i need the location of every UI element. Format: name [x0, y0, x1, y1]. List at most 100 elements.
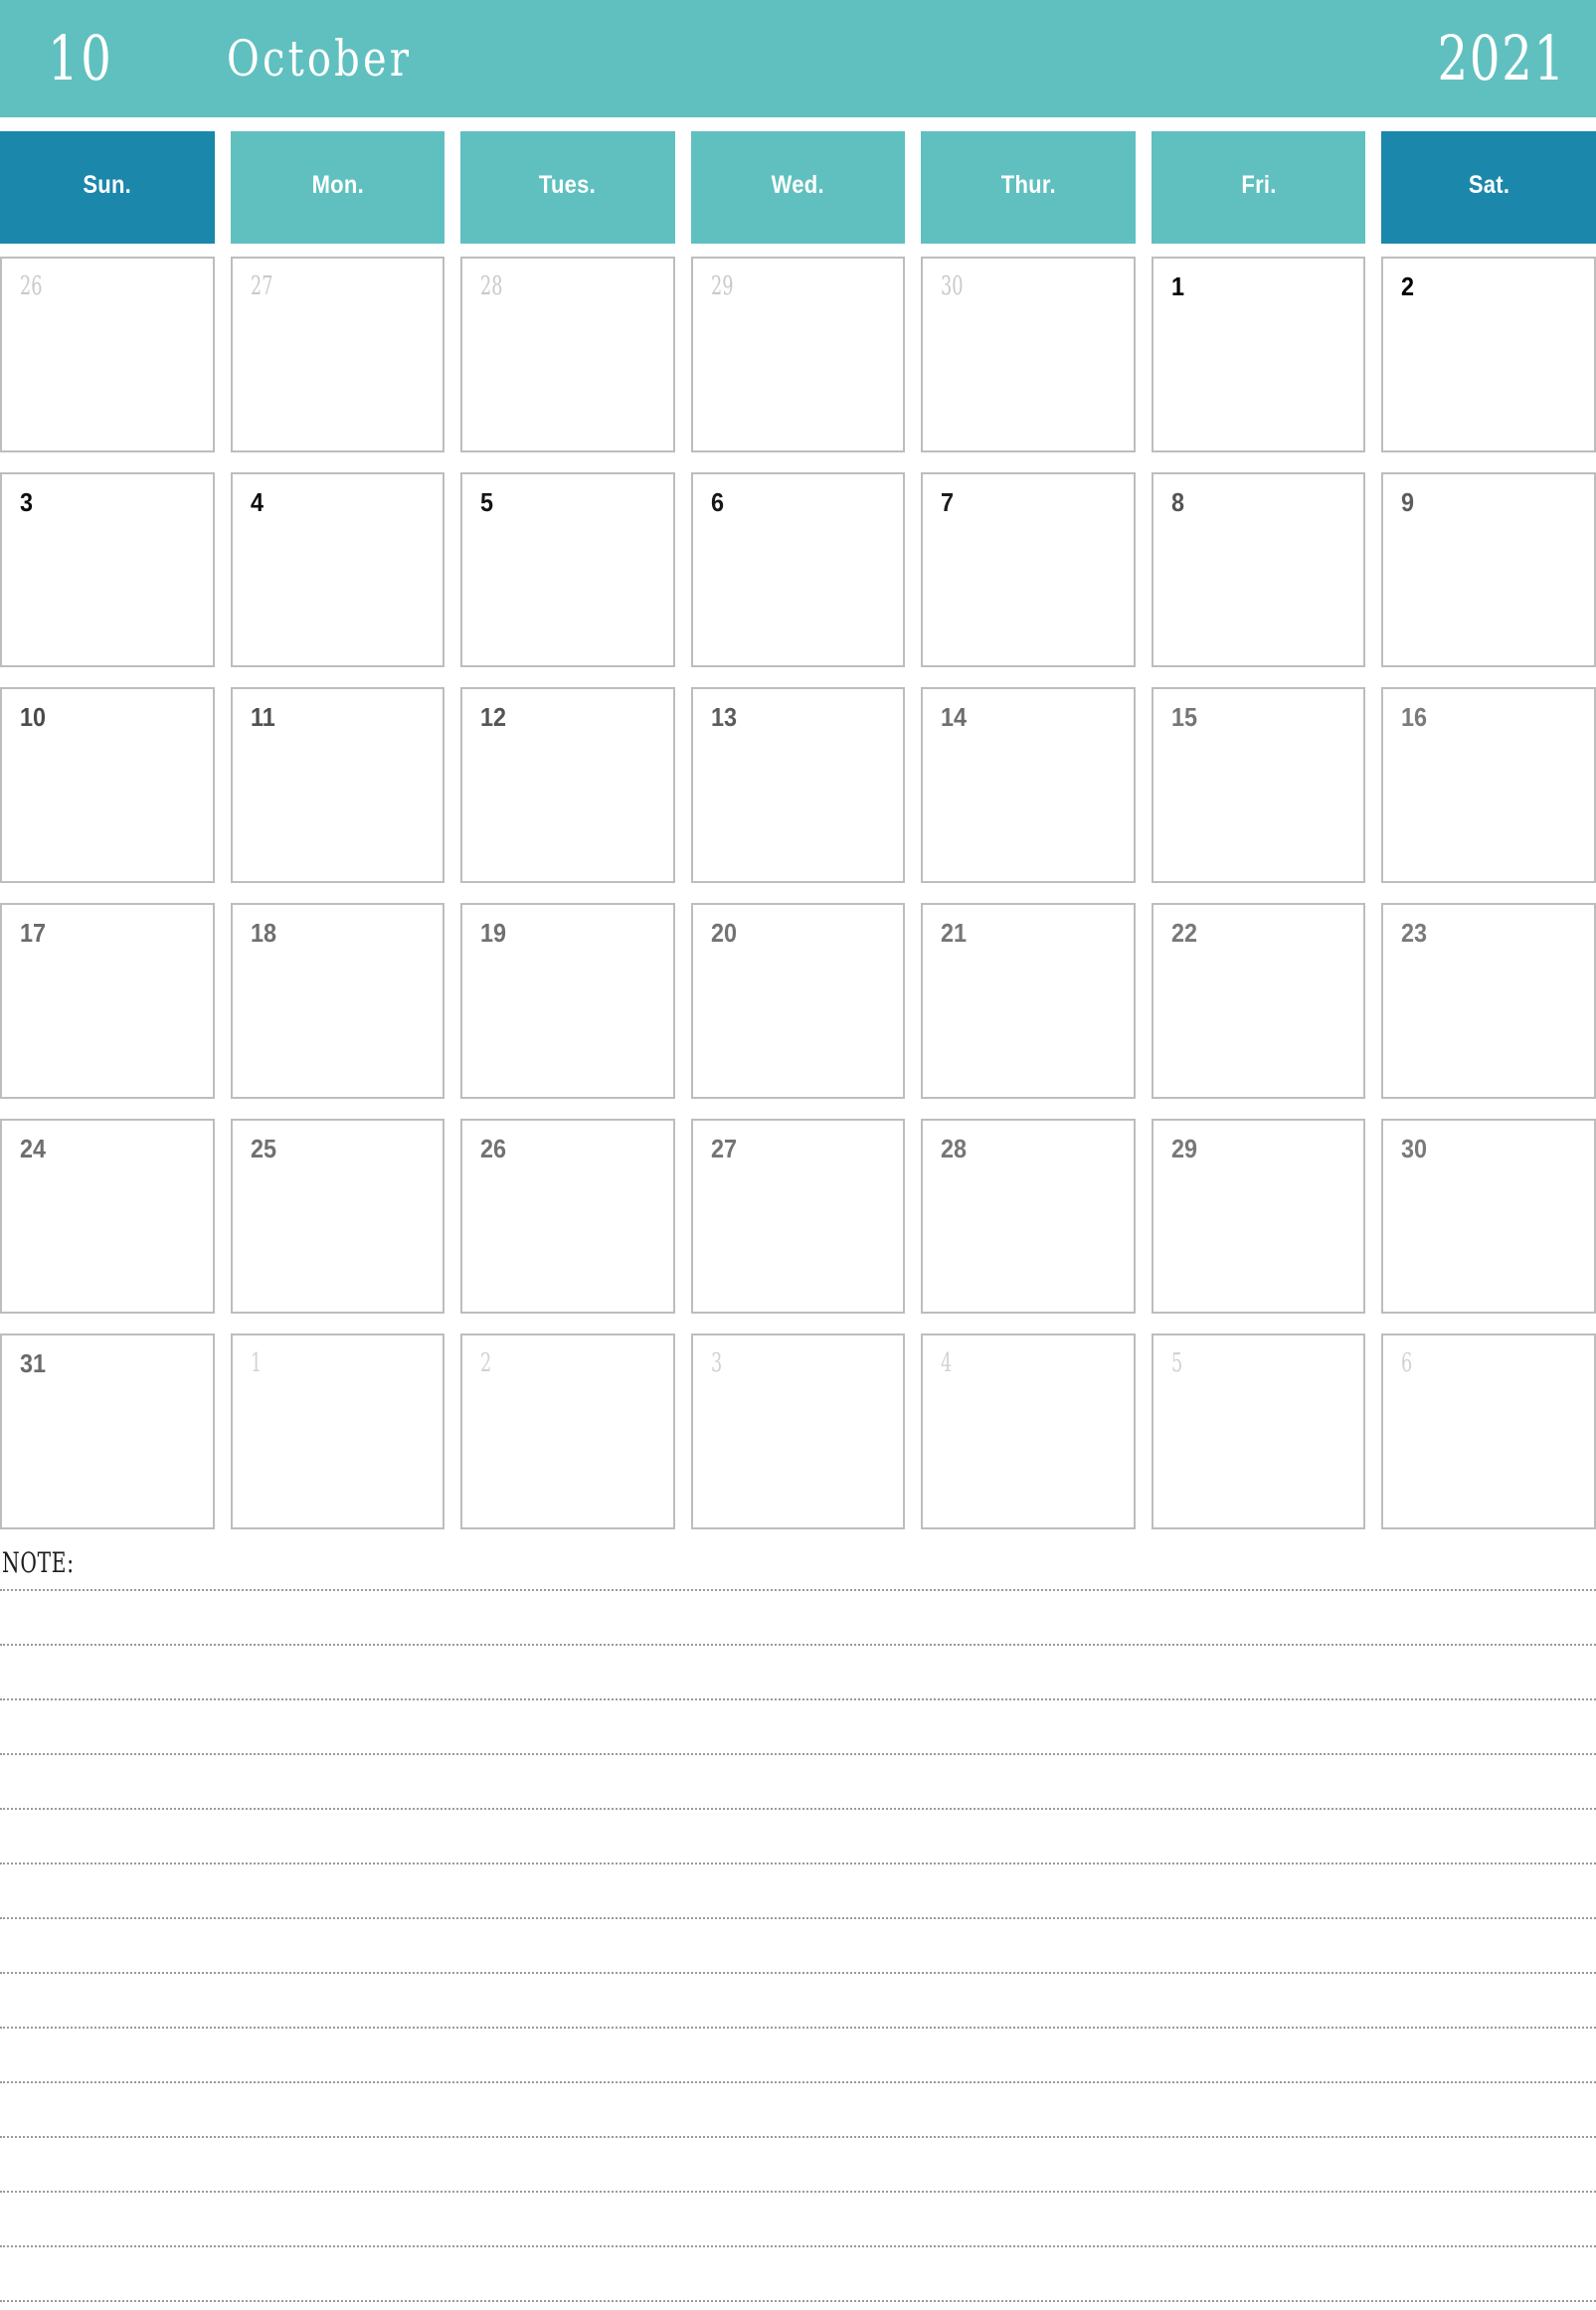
date-number: 5 [480, 486, 494, 517]
date-cell[interactable]: 8 [1151, 471, 1366, 668]
date-number: 29 [1170, 1133, 1197, 1163]
date-cell[interactable]: 29 [1151, 1118, 1366, 1315]
note-line[interactable] [0, 1644, 1596, 1646]
date-number: 17 [20, 918, 47, 948]
weekday-label: Thur. [1000, 171, 1056, 199]
date-cell[interactable]: 17 [0, 903, 215, 1099]
date-number: 21 [941, 918, 968, 948]
date-number: 22 [1170, 918, 1197, 948]
date-number: 6 [1401, 1348, 1413, 1379]
date-cell[interactable]: 15 [1151, 687, 1366, 883]
date-cell[interactable]: 2 [1381, 257, 1596, 452]
weekday-label: Wed. [771, 171, 825, 199]
date-number: 14 [941, 702, 968, 733]
date-cell[interactable]: 22 [1151, 903, 1366, 1099]
date-number: 23 [1401, 918, 1428, 948]
date-cell[interactable]: 26 [460, 1118, 675, 1315]
date-cell[interactable]: 12 [460, 687, 675, 883]
weekday-label: Mon. [311, 171, 364, 199]
date-cell[interactable]: 3 [0, 471, 215, 668]
date-number: 19 [480, 918, 507, 948]
date-cell[interactable]: 23 [1381, 903, 1596, 1099]
date-cell[interactable]: 25 [230, 1118, 445, 1315]
date-cell[interactable]: 1 [1151, 257, 1366, 452]
date-cell[interactable]: 27 [230, 257, 445, 452]
date-number: 3 [710, 1348, 722, 1379]
note-line[interactable] [0, 1589, 1596, 1591]
date-cell[interactable]: 5 [1151, 1333, 1366, 1529]
note-line[interactable] [0, 2081, 1596, 2083]
note-line[interactable] [0, 1808, 1596, 1810]
date-cell[interactable]: 5 [460, 471, 675, 668]
date-number: 10 [20, 702, 47, 733]
date-cell[interactable]: 28 [921, 1118, 1136, 1315]
note-line[interactable] [0, 2191, 1596, 2193]
date-cell[interactable]: 30 [921, 257, 1136, 452]
date-cell[interactable]: 11 [230, 687, 445, 883]
date-cell[interactable]: 6 [690, 471, 906, 668]
note-line[interactable] [0, 1863, 1596, 1865]
date-number: 30 [1401, 1133, 1428, 1163]
date-number: 2 [1401, 271, 1415, 301]
note-line[interactable] [0, 2136, 1596, 2138]
date-number: 26 [480, 1133, 507, 1163]
weekday-header-sat: Sat. [1381, 131, 1596, 244]
date-cell[interactable]: 18 [230, 903, 445, 1099]
month-name: October [227, 30, 413, 88]
date-cell[interactable]: 24 [0, 1118, 215, 1315]
date-cell[interactable]: 2 [460, 1333, 675, 1529]
date-number: 8 [1170, 486, 1184, 517]
date-number: 7 [941, 486, 955, 517]
note-section: NOTE: [0, 1549, 1596, 2310]
weekday-header-fri: Fri. [1151, 131, 1366, 244]
date-cell[interactable]: 29 [690, 257, 906, 452]
date-cell[interactable]: 14 [921, 687, 1136, 883]
date-number: 28 [941, 1133, 968, 1163]
date-cell[interactable]: 7 [921, 471, 1136, 668]
note-line[interactable] [0, 2300, 1596, 2302]
date-number: 31 [20, 1348, 47, 1379]
date-cell[interactable]: 19 [460, 903, 675, 1099]
date-number: 12 [480, 702, 507, 733]
date-number: 6 [710, 486, 724, 517]
note-lines[interactable] [0, 1589, 1596, 2302]
note-line[interactable] [0, 1972, 1596, 1974]
note-line[interactable] [0, 2027, 1596, 2029]
date-number: 16 [1401, 702, 1428, 733]
date-cell[interactable]: 6 [1381, 1333, 1596, 1529]
date-cell[interactable]: 9 [1381, 471, 1596, 668]
date-cell[interactable]: 27 [690, 1118, 906, 1315]
date-cell[interactable]: 30 [1381, 1118, 1596, 1315]
weekday-header-mon: Mon. [230, 131, 445, 244]
note-line[interactable] [0, 1917, 1596, 1919]
date-number: 5 [1170, 1348, 1183, 1379]
date-cell[interactable]: 16 [1381, 687, 1596, 883]
date-cell[interactable]: 4 [230, 471, 445, 668]
date-cell[interactable]: 26 [0, 257, 215, 452]
date-number: 2 [480, 1348, 492, 1379]
note-line[interactable] [0, 2245, 1596, 2247]
date-number: 4 [250, 486, 264, 517]
date-number: 4 [941, 1348, 953, 1379]
weekday-label: Sun. [83, 171, 132, 199]
note-line[interactable] [0, 1753, 1596, 1755]
date-cell[interactable]: 1 [230, 1333, 445, 1529]
date-cell[interactable]: 21 [921, 903, 1136, 1099]
weekday-header-tues: Tues. [460, 131, 675, 244]
note-line[interactable] [0, 1698, 1596, 1700]
year-label: 2021 [1437, 22, 1566, 94]
month-number: 10 [48, 22, 114, 94]
date-number: 27 [710, 1133, 737, 1163]
date-number: 30 [941, 271, 964, 301]
date-number: 29 [710, 271, 734, 301]
date-number: 28 [480, 271, 503, 301]
date-cell[interactable]: 28 [460, 257, 675, 452]
date-cell[interactable]: 4 [921, 1333, 1136, 1529]
date-cell[interactable]: 13 [690, 687, 906, 883]
date-number: 26 [20, 271, 43, 301]
date-cell[interactable]: 31 [0, 1333, 215, 1529]
date-cell[interactable]: 20 [690, 903, 906, 1099]
date-cell[interactable]: 10 [0, 687, 215, 883]
date-cell[interactable]: 3 [690, 1333, 906, 1529]
note-label: NOTE: [2, 1546, 75, 1579]
